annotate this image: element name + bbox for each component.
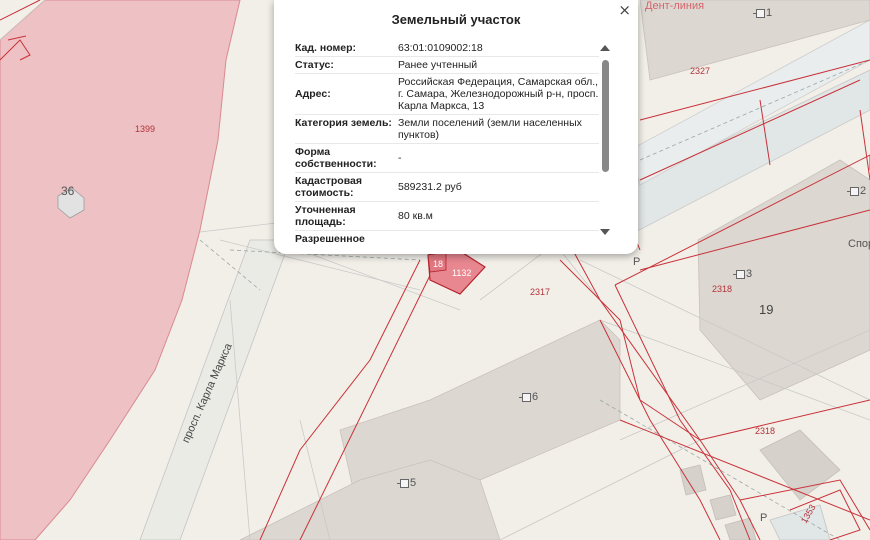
info-label-area: Уточненная площадь:: [295, 201, 398, 231]
poi-dent-liniya[interactable]: Дент-линия: [645, 0, 704, 12]
scroll-up-icon[interactable]: [600, 45, 610, 51]
info-value-address: Российская Федерация, Самарская обл., г.…: [398, 73, 599, 115]
parking-label-2: P: [760, 512, 768, 524]
table-row: Разрешенное: [295, 230, 599, 244]
parcel-info-popup[interactable]: × Земельный участок Кад. номер: 63:01:01…: [274, 0, 638, 254]
info-value-cadastral-value: 589231.2 руб: [398, 172, 599, 202]
poi-sport[interactable]: Спор: [848, 238, 870, 250]
info-value-ownership: -: [398, 143, 599, 173]
table-row: Кадастровая стоимость: 589231.2 руб: [295, 172, 599, 202]
info-label-cad-number: Кад. номер:: [295, 40, 398, 57]
popup-info-scroll[interactable]: Кад. номер: 63:01:0109002:18 Статус: Ран…: [295, 40, 599, 244]
info-value-land-category: Земли поселений (земли населенных пункто…: [398, 114, 599, 144]
house-label-3: 3: [746, 268, 753, 280]
house-icon-3: [733, 270, 745, 279]
info-label-cadastral-value: Кадастровая стоимость:: [295, 172, 398, 202]
parcel-label-2317: 2317: [530, 287, 551, 297]
parcel-label-2327: 2327: [690, 66, 711, 76]
popup-title: Земельный участок: [391, 12, 521, 27]
info-value-cad-number: 63:01:0109002:18: [398, 40, 599, 57]
table-row: Адрес: Российская Федерация, Самарская о…: [295, 73, 599, 115]
scroll-down-icon[interactable]: [600, 229, 610, 235]
house-icon-2: [847, 187, 859, 196]
popup-scrollbar[interactable]: [599, 42, 611, 238]
house-label-6: 6: [532, 391, 539, 403]
info-label-address: Адрес:: [295, 73, 398, 115]
parking-label-1: P: [633, 256, 641, 268]
house-label-36: 36: [61, 184, 75, 198]
info-label-permitted-use: Разрешенное: [295, 230, 398, 244]
info-label-ownership: Форма собственности:: [295, 143, 398, 173]
table-row: Форма собственности: -: [295, 143, 599, 173]
table-row: Категория земель: Земли поселений (земли…: [295, 114, 599, 144]
info-label-land-category: Категория земель:: [295, 114, 398, 144]
info-value-area: 80 кв.м: [398, 201, 599, 231]
house-icon-6: [519, 393, 531, 402]
info-value-status: Ранее учтенный: [398, 56, 599, 74]
table-row: Кад. номер: 63:01:0109002:18: [295, 40, 599, 57]
house-icon-5: [397, 479, 409, 488]
house-label-1: 1: [766, 7, 773, 19]
parcel-label-1399: 1399: [135, 124, 156, 134]
table-row: Уточненная площадь: 80 кв.м: [295, 201, 599, 231]
scroll-thumb[interactable]: [602, 60, 609, 172]
info-value-permitted-use: [398, 230, 599, 244]
block-label-19: 19: [759, 302, 774, 317]
table-row: Статус: Ранее учтенный: [295, 56, 599, 74]
parcel-label-1132: 1132: [452, 268, 472, 278]
house-label-5: 5: [410, 477, 417, 489]
parcel-label-18: 18: [433, 259, 444, 269]
house-icon-1: [753, 9, 765, 18]
parcel-info-table: Кад. номер: 63:01:0109002:18 Статус: Ран…: [295, 40, 599, 244]
parcel-label-2318-a: 2318: [712, 284, 733, 294]
house-label-2: 2: [860, 185, 867, 197]
info-label-status: Статус:: [295, 56, 398, 74]
parcel-label-2318-b: 2318: [755, 426, 776, 436]
